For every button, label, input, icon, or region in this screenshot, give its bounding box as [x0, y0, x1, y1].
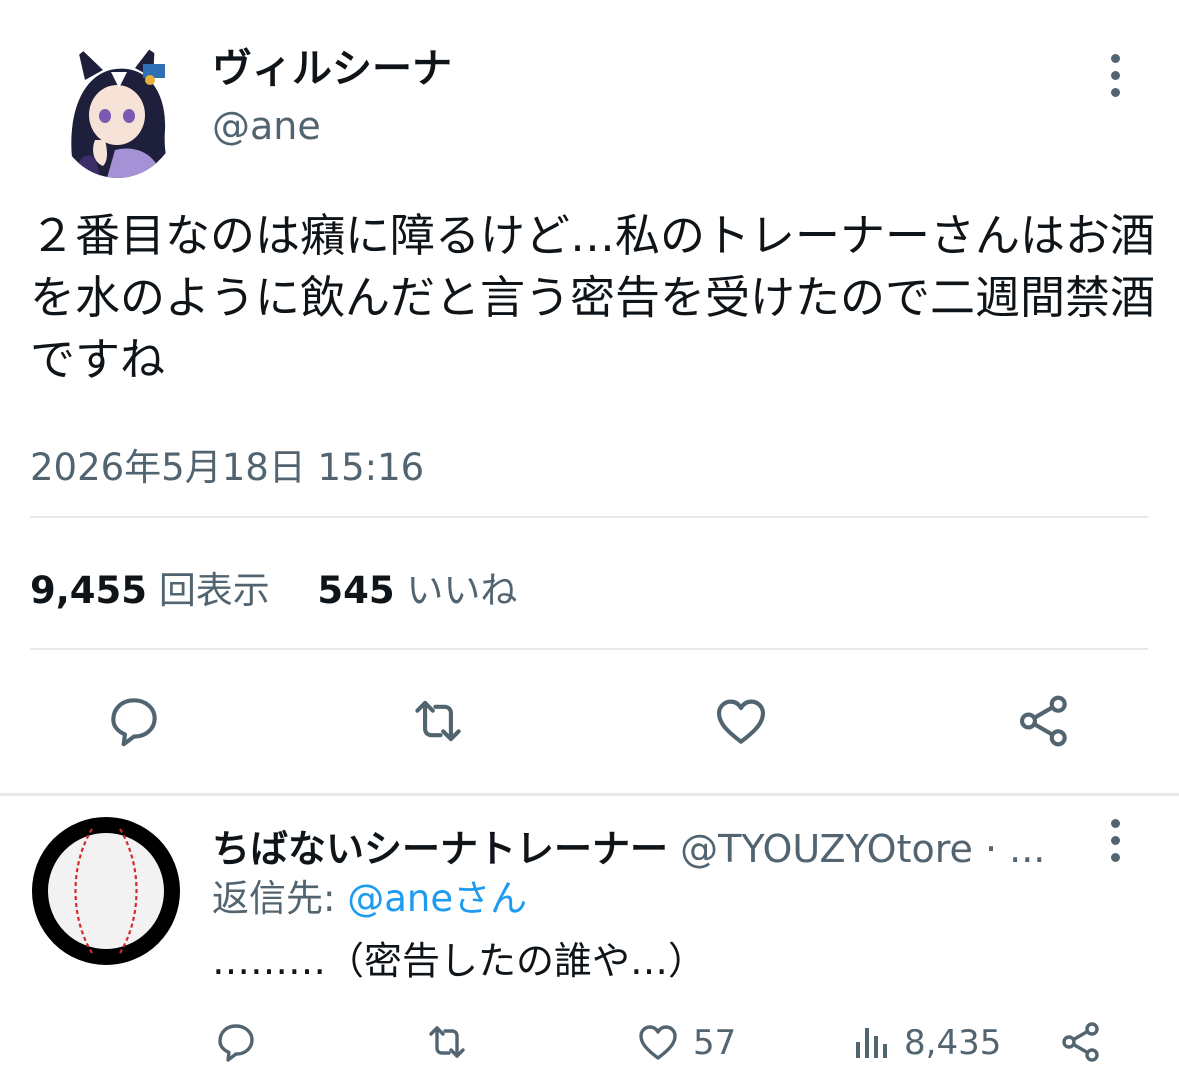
tweet-timestamp[interactable]: 2026年5月18日 15:16	[30, 437, 424, 491]
views-icon[interactable]	[848, 1018, 896, 1066]
author-display-name[interactable]: ヴィルシーナ	[212, 36, 452, 94]
divider	[30, 648, 1148, 650]
reply-icon[interactable]	[212, 1018, 260, 1066]
tweet-text: ２番目なのは癪に障るけど…私のトレーナーさんはお酒を水のように飲んだと言う密告を…	[30, 209, 1156, 386]
views-count[interactable]: 9,455	[30, 569, 147, 612]
likes-label[interactable]: いいね	[406, 569, 517, 612]
reply-likes-count[interactable]: 57	[693, 1023, 736, 1063]
share-icon[interactable]	[1057, 1018, 1105, 1066]
reply-to-prefix: 返信先:	[212, 877, 348, 920]
reply-handle-time[interactable]: @TYOUZYOtore · ...	[680, 827, 1045, 871]
like-icon[interactable]	[634, 1018, 682, 1066]
reply-text: ………（密告したの誰や…）	[212, 939, 707, 983]
more-icon[interactable]	[1100, 811, 1130, 869]
share-icon[interactable]	[1013, 690, 1075, 752]
reply-views-count[interactable]: 8,435	[904, 1023, 1001, 1063]
reply-display-name[interactable]: ちばないシーナトレーナー	[212, 827, 668, 871]
divider	[30, 516, 1148, 518]
reply-icon[interactable]	[103, 690, 165, 752]
more-icon[interactable]	[1100, 45, 1130, 105]
reply-to-user-link[interactable]: @aneさん	[347, 877, 527, 920]
retweet-icon[interactable]	[423, 1018, 471, 1066]
reply-to-line: 返信先: @aneさん	[212, 868, 527, 922]
tweet-stats: 9,455 回表示 545 いいね	[30, 560, 517, 614]
retweet-icon[interactable]	[407, 690, 469, 752]
reply-header[interactable]: ちばないシーナトレーナー @TYOUZYOtore · ...	[212, 818, 1045, 873]
like-icon[interactable]	[710, 690, 772, 752]
author-avatar[interactable]	[55, 40, 180, 178]
likes-count[interactable]: 545	[317, 569, 394, 612]
views-label[interactable]: 回表示	[159, 569, 270, 612]
author-handle[interactable]: @ane	[212, 104, 321, 148]
section-separator	[0, 793, 1179, 796]
reply-author-avatar[interactable]	[30, 815, 182, 967]
